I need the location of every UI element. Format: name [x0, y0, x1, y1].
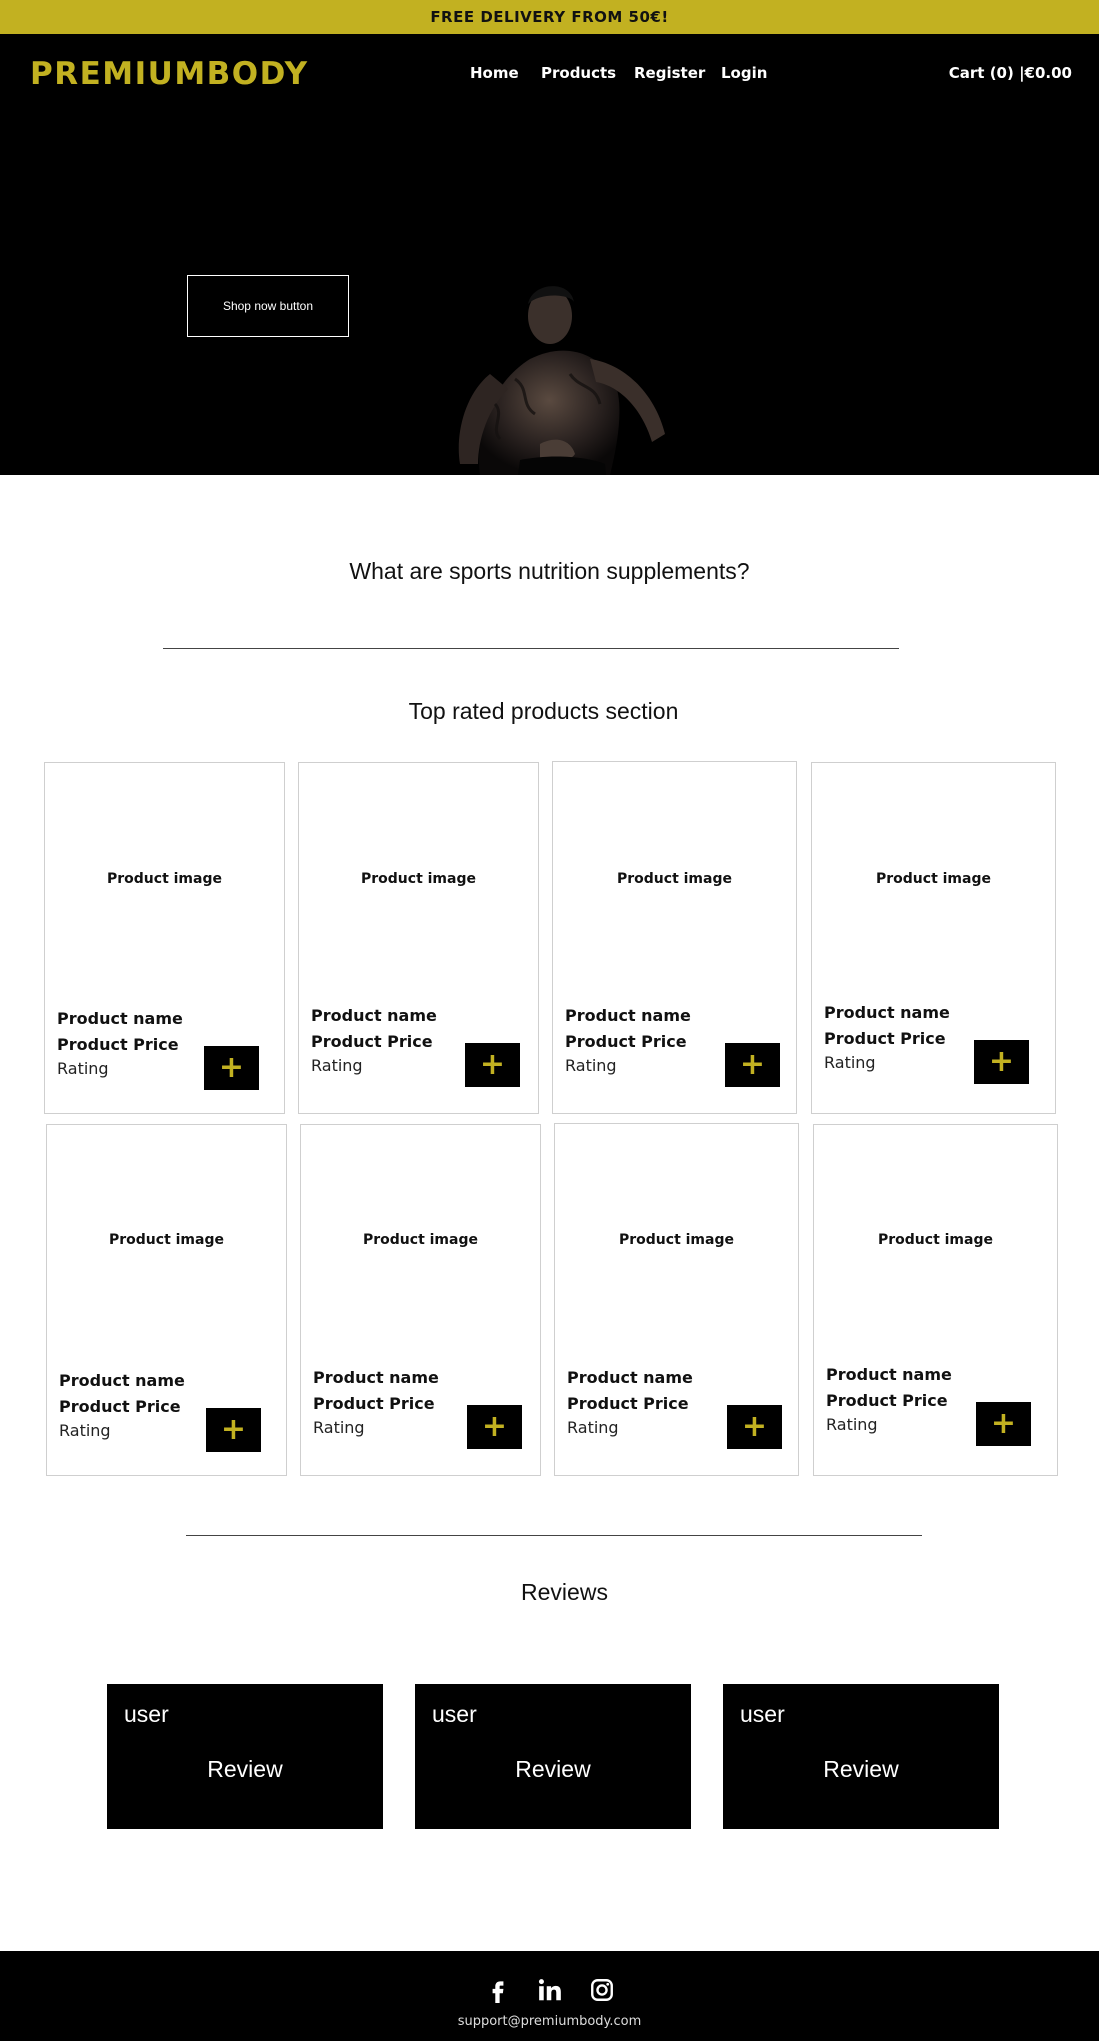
- product-image: Product image: [617, 871, 732, 887]
- product-image: Product image: [878, 1232, 993, 1248]
- plus-icon: +: [479, 1047, 506, 1082]
- nav-home-link[interactable]: Home: [470, 64, 519, 82]
- brand-logo[interactable]: PREMIUMBODY: [30, 56, 309, 92]
- product-price: Product Price: [567, 1394, 689, 1413]
- top-rated-heading: Top rated products section: [408, 698, 679, 724]
- facebook-icon[interactable]: [485, 1977, 511, 2003]
- plus-icon: +: [481, 1409, 508, 1444]
- add-to-cart-button[interactable]: +: [206, 1408, 261, 1452]
- add-to-cart-button[interactable]: +: [974, 1040, 1029, 1084]
- site-footer: support@premiumbody.com: [0, 1951, 1099, 2041]
- product-image: Product image: [361, 871, 476, 887]
- add-to-cart-button[interactable]: +: [204, 1046, 259, 1090]
- cart-summary[interactable]: Cart (0) |€0.00: [949, 64, 1072, 82]
- plus-icon: +: [218, 1050, 245, 1085]
- plus-icon: +: [741, 1409, 768, 1444]
- hero-section: PREMIUMBODY Home Products Register Login…: [0, 34, 1099, 475]
- review-card: user Review: [415, 1684, 691, 1829]
- product-image: Product image: [363, 1232, 478, 1248]
- product-name[interactable]: Product name: [565, 1006, 691, 1025]
- product-rating: Rating: [565, 1056, 617, 1075]
- product-name[interactable]: Product name: [59, 1371, 185, 1390]
- product-rating: Rating: [57, 1059, 109, 1078]
- product-price: Product Price: [313, 1394, 435, 1413]
- hero-athlete-image: [458, 286, 665, 475]
- review-text: Review: [823, 1756, 899, 1782]
- section-divider: [163, 648, 899, 649]
- plus-icon: +: [220, 1412, 247, 1447]
- nav-products-link[interactable]: Products: [541, 64, 616, 82]
- social-links: [0, 1977, 1099, 2003]
- section-divider: [186, 1535, 922, 1536]
- product-image: Product image: [619, 1232, 734, 1248]
- support-email[interactable]: support@premiumbody.com: [0, 2014, 1099, 2029]
- product-price: Product Price: [826, 1391, 948, 1410]
- add-to-cart-button[interactable]: +: [976, 1402, 1031, 1446]
- product-card[interactable]: Product image Product name Product Price…: [811, 762, 1056, 1114]
- product-rating: Rating: [826, 1415, 878, 1434]
- shop-now-button[interactable]: Shop now button: [187, 275, 349, 337]
- add-to-cart-button[interactable]: +: [725, 1043, 780, 1087]
- product-card[interactable]: Product image Product name Product Price…: [813, 1124, 1058, 1476]
- product-image: Product image: [876, 871, 991, 887]
- review-user: user: [124, 1701, 169, 1727]
- product-card[interactable]: Product image Product name Product Price…: [300, 1124, 541, 1476]
- reviews-heading: Reviews: [521, 1579, 608, 1605]
- review-card: user Review: [723, 1684, 999, 1829]
- review-card: user Review: [107, 1684, 383, 1829]
- add-to-cart-button[interactable]: +: [465, 1043, 520, 1087]
- plus-icon: +: [739, 1047, 766, 1082]
- product-price: Product Price: [57, 1035, 179, 1054]
- product-rating: Rating: [311, 1056, 363, 1075]
- add-to-cart-button[interactable]: +: [467, 1405, 522, 1449]
- product-name[interactable]: Product name: [824, 1003, 950, 1022]
- info-heading: What are sports nutrition supplements?: [349, 558, 750, 584]
- product-rating: Rating: [824, 1053, 876, 1072]
- product-rating: Rating: [59, 1421, 111, 1440]
- review-user: user: [740, 1701, 785, 1727]
- add-to-cart-button[interactable]: +: [727, 1405, 782, 1449]
- announcement-text: FREE DELIVERY FROM 50€!: [430, 8, 669, 26]
- product-price: Product Price: [59, 1397, 181, 1416]
- product-name[interactable]: Product name: [311, 1006, 437, 1025]
- product-image: Product image: [109, 1232, 224, 1248]
- product-price: Product Price: [565, 1032, 687, 1051]
- announcement-bar: FREE DELIVERY FROM 50€!: [0, 0, 1099, 34]
- nav-login-link[interactable]: Login: [721, 64, 767, 82]
- product-name[interactable]: Product name: [826, 1365, 952, 1384]
- product-price: Product Price: [824, 1029, 946, 1048]
- product-card[interactable]: Product image Product name Product Price…: [46, 1124, 287, 1476]
- review-text: Review: [207, 1756, 283, 1782]
- linkedin-icon[interactable]: [537, 1977, 563, 2003]
- product-name[interactable]: Product name: [57, 1009, 183, 1028]
- product-card[interactable]: Product image Product name Product Price…: [554, 1123, 799, 1476]
- product-name[interactable]: Product name: [567, 1368, 693, 1387]
- plus-icon: +: [988, 1044, 1015, 1079]
- review-user: user: [432, 1701, 477, 1727]
- product-name[interactable]: Product name: [313, 1368, 439, 1387]
- product-image: Product image: [107, 871, 222, 887]
- nav-register-link[interactable]: Register: [634, 64, 705, 82]
- product-card[interactable]: Product image Product name Product Price…: [44, 762, 285, 1114]
- instagram-icon[interactable]: [589, 1977, 615, 2003]
- product-card[interactable]: Product image Product name Product Price…: [552, 761, 797, 1114]
- product-card[interactable]: Product image Product name Product Price…: [298, 762, 539, 1114]
- review-text: Review: [515, 1756, 591, 1782]
- product-rating: Rating: [313, 1418, 365, 1437]
- product-rating: Rating: [567, 1418, 619, 1437]
- product-price: Product Price: [311, 1032, 433, 1051]
- plus-icon: +: [990, 1406, 1017, 1441]
